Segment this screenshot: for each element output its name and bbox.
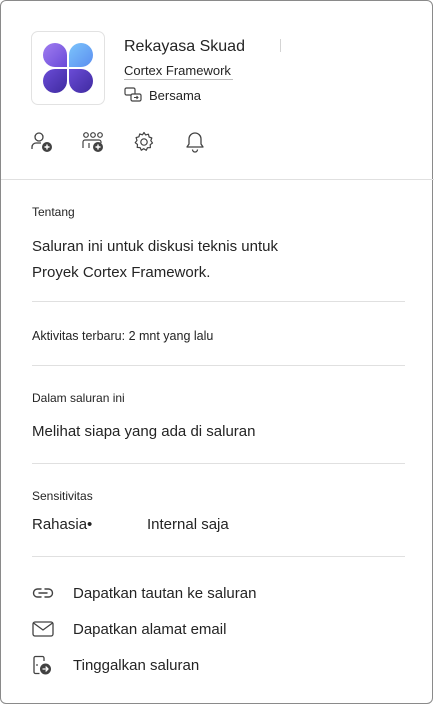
add-group-button[interactable] [81,130,105,154]
notifications-button[interactable] [183,130,207,154]
channel-header: Rekayasa Skuad Cortex Framework Bersama [31,31,411,111]
about-description: Saluran ini untuk diskusi teknis untuk P… [32,234,372,286]
divider [32,301,405,302]
mail-icon [32,619,56,639]
shared-channel-icon [124,87,142,102]
divider [32,556,405,557]
add-person-icon [31,132,52,152]
bell-icon [186,132,204,153]
team-name: Rekayasa Skuad [124,38,245,55]
add-member-button[interactable] [30,130,54,154]
gear-icon [134,131,154,151]
members-label: Dalam saluran ini [32,391,125,405]
menu-item-label: Dapatkan tautan ke saluran [73,584,257,602]
settings-button[interactable] [132,130,156,154]
get-email-address-button[interactable]: Dapatkan alamat email [32,619,226,639]
sensitivity-value: Rahasia• [32,516,93,533]
about-line-1: Saluran ini untuk diskusi teknis untuk [32,238,278,255]
channel-info-card: Rekayasa Skuad Cortex Framework Bersama [0,0,434,704]
action-bar [30,130,234,154]
team-logo [31,31,105,105]
view-members-link[interactable]: Melihat siapa yang ada di saluran [32,423,255,440]
header-divider [1,179,434,180]
leave-icon [32,655,56,675]
recent-activity: Aktivitas terbaru: 2 mnt yang lalu [32,329,214,343]
team-logo-icon [43,43,93,93]
leave-channel-button[interactable]: Tinggalkan saluran [32,655,199,675]
sensitivity-label: Sensitivitas [32,489,93,503]
menu-item-label: Tinggalkan saluran [73,656,200,674]
header-separator [280,39,281,52]
get-channel-link-button[interactable]: Dapatkan tautan ke saluran [32,583,256,603]
about-line-2: Proyek Cortex Framework. [32,264,211,281]
sensitivity-detail: Internal saja [147,516,229,533]
privacy-status: Bersama [124,87,201,103]
channel-name: Cortex Framework [124,63,233,80]
link-icon [32,583,56,603]
divider [32,463,405,464]
about-label: Tentang [32,205,75,219]
divider [32,365,405,366]
add-group-icon [82,132,103,152]
menu-item-label: Dapatkan alamat email [73,620,227,638]
privacy-label: Bersama [149,87,202,103]
